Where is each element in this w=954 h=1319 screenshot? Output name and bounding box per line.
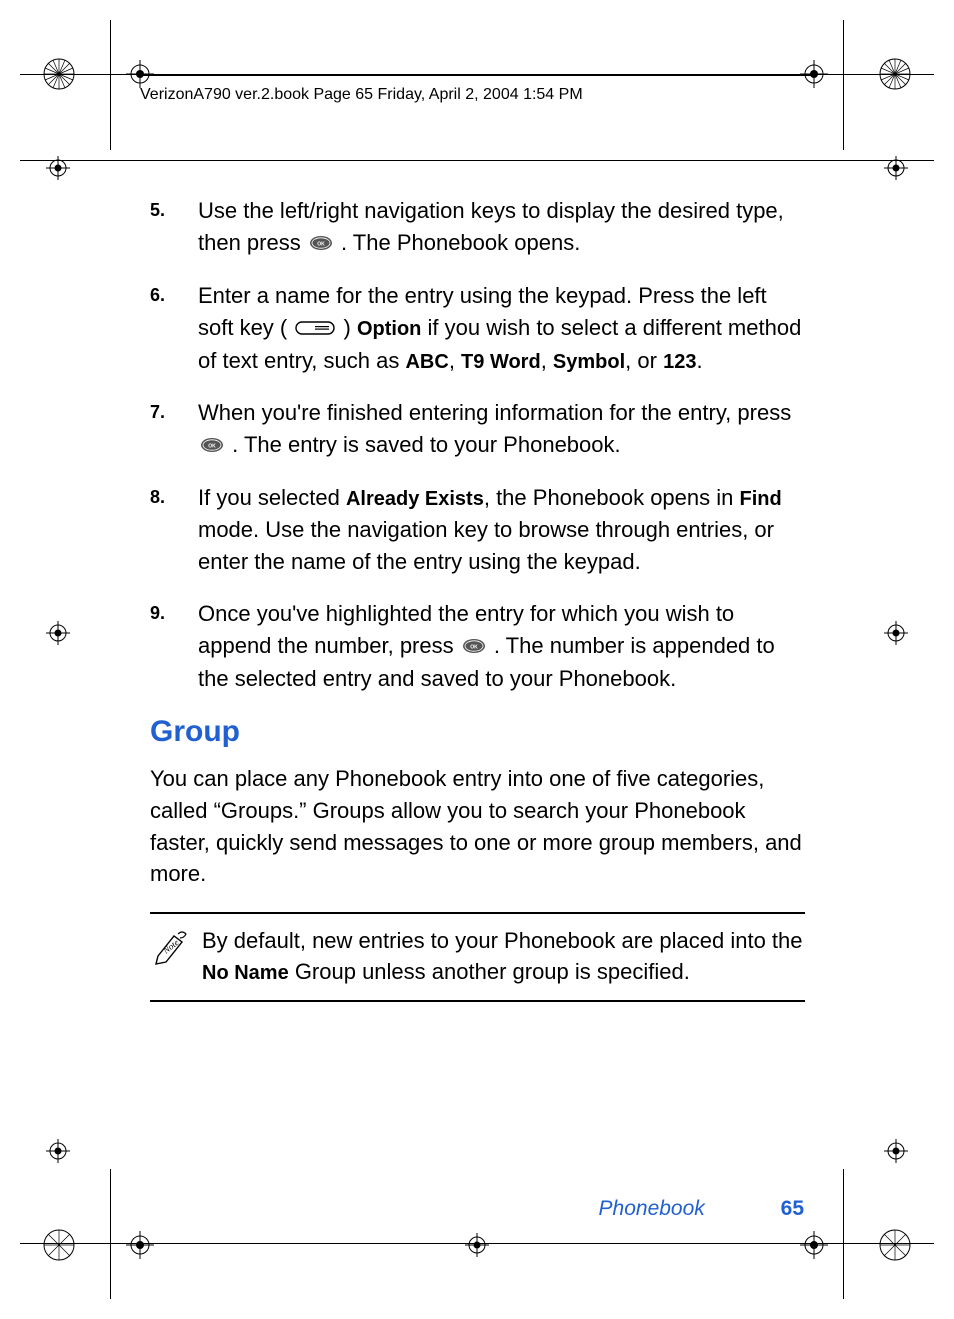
- step-body: When you're finished entering informatio…: [198, 397, 805, 462]
- step-number: 5.: [150, 195, 198, 260]
- step-body: Enter a name for the entry using the key…: [198, 280, 805, 377]
- note-text: By default, new entries to your Phoneboo…: [202, 926, 805, 988]
- running-head-text: VerizonA790 ver.2.book Page 65 Friday, A…: [140, 86, 583, 103]
- step-number: 6.: [150, 280, 198, 377]
- step-number: 7.: [150, 397, 198, 462]
- ok-button-icon: OK: [309, 228, 333, 260]
- step-7: 7. When you're finished entering informa…: [150, 397, 805, 462]
- softkey-button-icon: [295, 313, 335, 345]
- crop-corner-mark: [42, 1228, 76, 1262]
- step-8: 8. If you selected Already Exists, the P…: [150, 482, 805, 578]
- ok-button-icon: OK: [200, 430, 224, 462]
- registration-target: [465, 1233, 489, 1257]
- crop-line: [843, 20, 844, 150]
- step-9: 9. Once you've highlighted the entry for…: [150, 598, 805, 695]
- registration-target: [46, 1139, 70, 1163]
- svg-text:OK: OK: [317, 242, 325, 248]
- page-content: 5. Use the left/right navigation keys to…: [150, 195, 805, 1002]
- step-body: Use the left/right navigation keys to di…: [198, 195, 805, 260]
- crop-line: [110, 20, 111, 150]
- crop-corner-mark: [42, 57, 76, 91]
- step-body: If you selected Already Exists, the Phon…: [198, 482, 805, 578]
- running-head: VerizonA790 ver.2.book Page 65 Friday, A…: [140, 75, 814, 104]
- crop-line: [843, 1169, 844, 1299]
- crop-corner-mark: [878, 1228, 912, 1262]
- section-heading-group: Group: [150, 715, 805, 749]
- crop-line: [110, 1169, 111, 1299]
- step-5: 5. Use the left/right navigation keys to…: [150, 195, 805, 260]
- svg-text:OK: OK: [470, 644, 478, 650]
- page-footer: Phonebook 65: [599, 1197, 804, 1221]
- crop-line-bottom: [20, 1243, 934, 1244]
- note-icon: Note: [150, 926, 192, 988]
- footer-section-name: Phonebook: [599, 1197, 705, 1220]
- footer-page-number: 65: [781, 1197, 804, 1220]
- section-intro: You can place any Phonebook entry into o…: [150, 763, 805, 891]
- registration-target: [800, 1231, 828, 1259]
- registration-target: [884, 1139, 908, 1163]
- crop-corner-mark: [878, 57, 912, 91]
- note-block: Note By default, new entries to your Pho…: [150, 912, 805, 1002]
- ok-button-icon: OK: [462, 631, 486, 663]
- step-body: Once you've highlighted the entry for wh…: [198, 598, 805, 695]
- step-6: 6. Enter a name for the entry using the …: [150, 280, 805, 377]
- svg-text:OK: OK: [208, 444, 216, 450]
- registration-target: [126, 1231, 154, 1259]
- registration-target: [46, 621, 70, 645]
- step-number: 8.: [150, 482, 198, 578]
- step-number: 9.: [150, 598, 198, 695]
- crop-line: [20, 160, 934, 161]
- registration-target: [884, 621, 908, 645]
